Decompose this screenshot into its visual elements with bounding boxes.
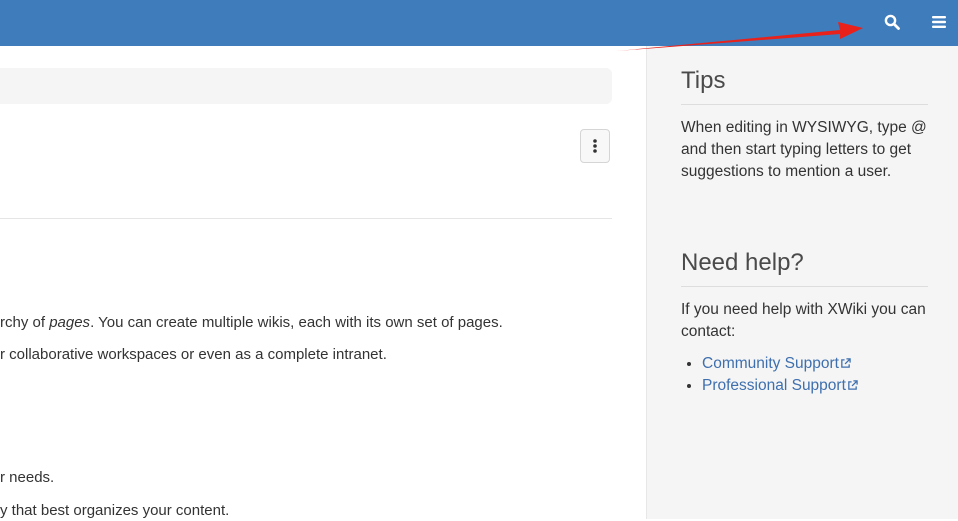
content-divider bbox=[0, 218, 612, 219]
vertical-ellipsis-icon bbox=[593, 139, 597, 153]
community-support-link[interactable]: Community Support bbox=[702, 355, 851, 372]
tips-body: When editing in WYSIWYG, type @ and then… bbox=[681, 119, 927, 180]
help-title: Need help? bbox=[681, 248, 928, 287]
external-link-icon bbox=[841, 358, 851, 369]
content-paragraph: rchy of pages. You can create multiple w… bbox=[0, 313, 503, 333]
help-panel: Need help? If you need help with XWiki y… bbox=[681, 248, 928, 397]
paragraph-text: rchy of bbox=[0, 314, 50, 331]
content-paragraph: r needs. bbox=[0, 469, 55, 486]
tips-title: Tips bbox=[681, 66, 928, 105]
search-icon bbox=[884, 14, 900, 30]
help-links-list: Community Support Professional Support bbox=[681, 353, 928, 397]
top-navbar bbox=[0, 0, 958, 46]
help-body: If you need help with XWiki you can cont… bbox=[681, 301, 926, 340]
content-paragraph: y that best organizes your content. bbox=[0, 502, 230, 519]
professional-support-link[interactable]: Professional Support bbox=[702, 377, 858, 394]
main-content: rchy of pages. You can create multiple w… bbox=[0, 46, 646, 519]
tips-panel: Tips When editing in WYSIWYG, type @ and… bbox=[681, 66, 928, 183]
hamburger-menu-icon bbox=[932, 16, 946, 28]
paragraph-emphasis: pages bbox=[49, 314, 91, 331]
list-item: Professional Support bbox=[702, 375, 928, 397]
link-label: Community Support bbox=[702, 355, 839, 372]
search-button[interactable] bbox=[878, 8, 906, 36]
paragraph-text: . You can create multiple wikis, each wi… bbox=[90, 314, 503, 331]
content-paragraph: r collaborative workspaces or even as a … bbox=[0, 346, 387, 363]
breadcrumb bbox=[0, 68, 612, 104]
external-link-icon bbox=[848, 380, 858, 391]
list-item: Community Support bbox=[702, 353, 928, 375]
right-sidebar: Tips When editing in WYSIWYG, type @ and… bbox=[646, 46, 958, 519]
menu-button[interactable] bbox=[925, 8, 953, 36]
link-label: Professional Support bbox=[702, 377, 846, 394]
page-actions-button[interactable] bbox=[580, 129, 610, 163]
